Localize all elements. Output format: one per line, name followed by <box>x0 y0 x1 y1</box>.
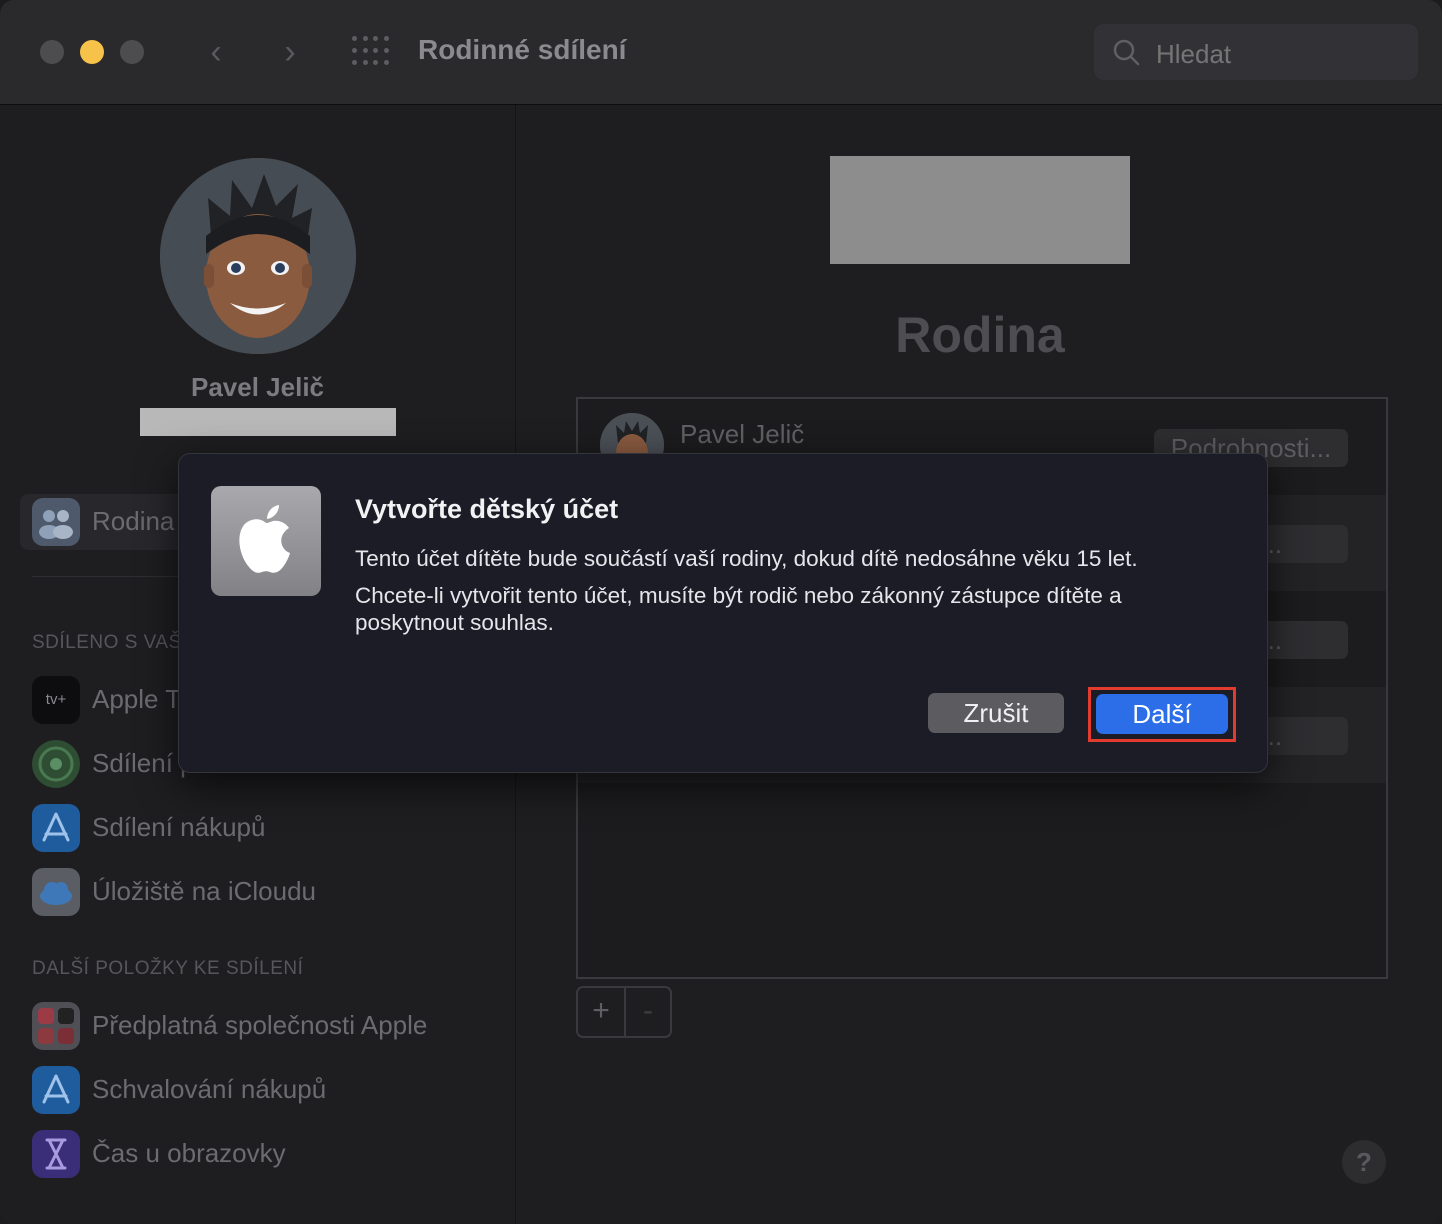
profile-email-redacted <box>140 408 396 436</box>
ask-to-buy-icon <box>32 1066 80 1114</box>
minimize-window-button[interactable] <box>80 40 104 64</box>
title-bar: ‹ › Rodinné sdílení <box>0 0 1442 105</box>
next-button-highlight: Další <box>1088 687 1236 742</box>
family-title: Rodina <box>895 307 1065 363</box>
sidebar-item-ask-to-buy[interactable]: Schvalování nákupů <box>20 1062 500 1118</box>
dialog-title: Vytvořte dětský účet <box>355 494 619 524</box>
section-header-more: DALŠÍ POLOŽKY KE SDÍLENÍ <box>32 958 304 979</box>
app-store-icon <box>32 804 80 852</box>
find-my-icon <box>32 740 80 788</box>
cancel-button[interactable]: Zrušit <box>928 693 1064 733</box>
add-remove-control: + - <box>576 986 672 1038</box>
remove-member-button[interactable]: - <box>626 988 670 1036</box>
sidebar-item-label: Rodina <box>92 506 175 536</box>
profile-avatar <box>160 158 356 354</box>
forward-arrow-icon[interactable]: › <box>270 34 310 70</box>
icloud-icon <box>32 868 80 916</box>
show-all-grid-icon[interactable] <box>352 36 390 68</box>
apple-subscriptions-icon <box>32 1002 80 1050</box>
sidebar-item-label: Apple T <box>92 684 182 714</box>
member-name: Pavel Jelič <box>680 419 805 449</box>
sidebar-item-icloud-storage[interactable]: Úložiště na iCloudu <box>20 864 500 920</box>
screen-time-icon <box>32 1130 80 1178</box>
sidebar-item-label: Předplatná společnosti Apple <box>92 1010 428 1040</box>
sidebar-item-purchase-sharing[interactable]: Sdílení nákupů <box>20 800 500 856</box>
section-header-shared: SDÍLENO S VAŠ <box>32 632 182 653</box>
search-icon <box>1113 39 1140 66</box>
dialog-message: Tento účet dítěte bude součástí vaší rod… <box>355 546 1138 571</box>
search-field[interactable] <box>1094 24 1418 80</box>
search-input[interactable] <box>1154 38 1398 71</box>
profile-name: Pavel Jelič <box>191 372 324 402</box>
system-preferences-window: ‹ › Rodinné sdílení Hledat Pavel Jelič R… <box>0 0 1442 1224</box>
sidebar-item-label: Čas u obrazovky <box>92 1138 286 1168</box>
back-arrow-icon[interactable]: ‹ <box>196 34 236 70</box>
window-title: Rodinné sdílení <box>418 34 627 65</box>
family-icon <box>32 498 80 546</box>
sidebar-item-label: Úložiště na iCloudu <box>92 876 317 906</box>
sidebar-item-screen-time[interactable]: Čas u obrazovky <box>20 1126 500 1182</box>
apple-tv-badge: tv+ <box>45 691 67 708</box>
next-button[interactable]: Další <box>1096 694 1228 734</box>
help-button[interactable]: ? <box>1342 1140 1386 1184</box>
create-child-account-dialog: Vytvořte dětský účet Tento účet dítěte b… <box>178 453 1268 773</box>
sidebar-item-label: Sdílení nákupů <box>92 812 266 842</box>
sidebar-item-apple-subscriptions[interactable]: Předplatná společnosti Apple <box>20 998 500 1054</box>
apple-logo-icon <box>211 486 321 596</box>
close-window-button[interactable] <box>40 40 64 64</box>
family-image-redacted <box>830 156 1130 264</box>
sidebar-item-label: Schvalování nákupů <box>92 1074 327 1104</box>
zoom-window-button[interactable] <box>120 40 144 64</box>
dialog-message-consent: Chcete-li vytvořit tento účet, musíte bý… <box>355 583 1122 635</box>
apple-tv-icon: tv+ <box>32 676 80 724</box>
memoji-avatar-icon <box>160 158 356 354</box>
add-member-button[interactable]: + <box>578 988 626 1036</box>
